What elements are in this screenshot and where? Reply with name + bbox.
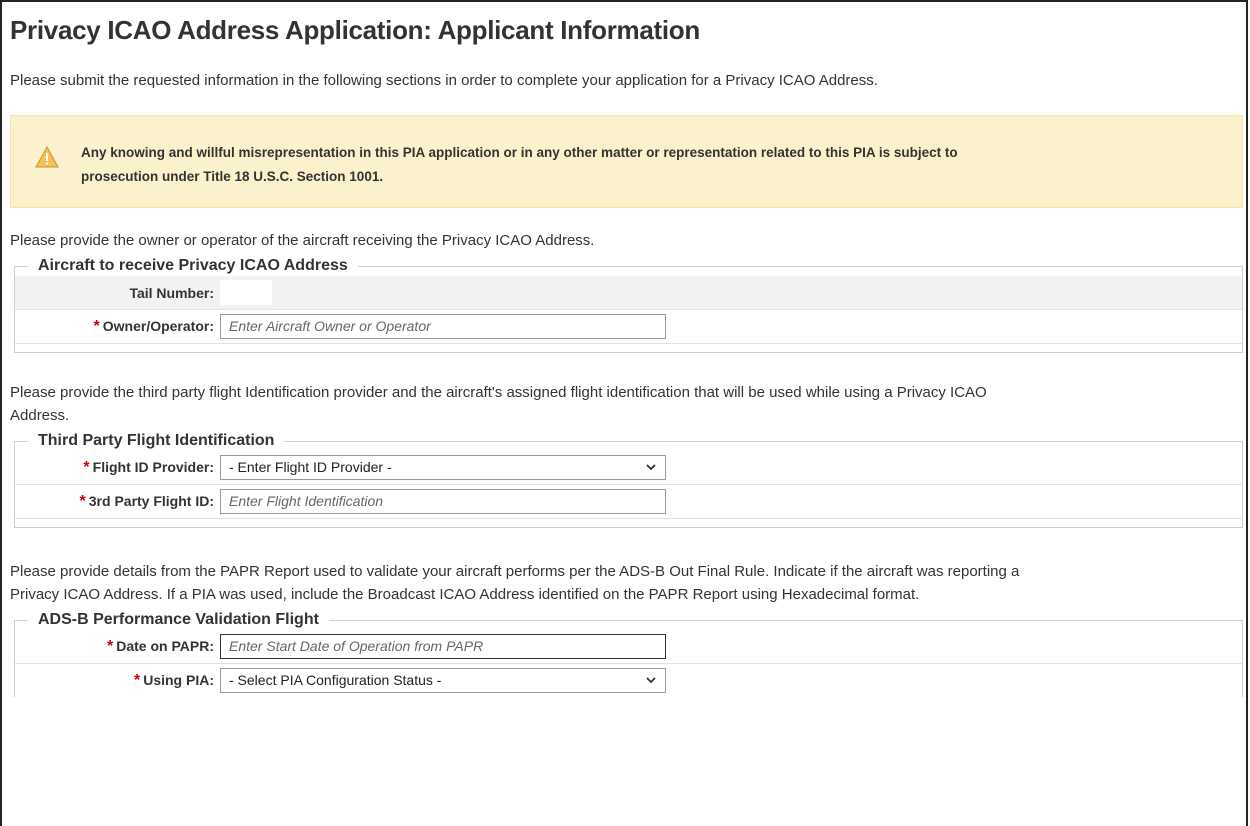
owner-operator-label: Owner/Operator: [102, 317, 214, 334]
third-party-legend: Third Party Flight Identification [38, 432, 275, 449]
third-party-description-2: Address. [10, 407, 70, 424]
owner-operator-row: * Owner/Operator: Enter Aircraft Owner or… [15, 310, 1242, 344]
third-party-flight-id-label: 3rd Party Flight ID: [88, 492, 214, 509]
third-party-fieldset: Third Party Flight Identification * Fligh… [14, 431, 1243, 528]
using-pia-label: Using PIA: [143, 671, 214, 688]
third-party-flight-id-label-wrap: * 3rd Party Flight ID: [15, 493, 220, 511]
adsb-description-2: Privacy ICAO Address. If a PIA was used,… [10, 586, 920, 603]
fieldset-bottom-gap [15, 519, 1242, 527]
adsb-legend: ADS-B Performance Validation Flight [38, 611, 319, 628]
date-on-papr-label: Date on PAPR: [116, 637, 214, 654]
third-party-section: Please provide the third party flight Id… [10, 381, 1246, 528]
warning-banner: Any knowing and willful misrepresentatio… [10, 115, 1243, 208]
chevron-down-icon [645, 460, 657, 476]
using-pia-row: * Using PIA: - Select PIA Configuration S… [15, 664, 1242, 697]
using-pia-select[interactable]: - Select PIA Configuration Status - [220, 668, 666, 693]
required-marker: * [107, 637, 114, 655]
chevron-down-icon [645, 673, 657, 689]
intro-text: Please submit the requested information … [10, 72, 878, 89]
third-party-flight-id-input[interactable]: Enter Flight Identification [220, 489, 666, 514]
adsb-description-1: Please provide details from the PAPR Rep… [10, 563, 1020, 580]
adsb-section: Please provide details from the PAPR Rep… [10, 560, 1246, 697]
date-on-papr-row: * Date on PAPR: Enter Start Date of Opera… [15, 630, 1242, 664]
third-party-flight-id-row: * 3rd Party Flight ID: Enter Flight Ident… [15, 485, 1242, 519]
page-title: Privacy ICAO Address Application: Applic… [10, 15, 700, 45]
using-pia-label-wrap: * Using PIA: [15, 672, 220, 690]
owner-operator-input[interactable]: Enter Aircraft Owner or Operator [220, 314, 666, 339]
required-marker: * [93, 317, 100, 335]
using-pia-selected: - Select PIA Configuration Status - [229, 672, 442, 688]
flight-id-provider-row: * Flight ID Provider: - Enter Flight ID P… [15, 451, 1242, 485]
fieldset-bottom-gap [15, 344, 1242, 352]
required-marker: * [79, 492, 86, 510]
owner-operator-label-wrap: * Owner/Operator: [15, 318, 220, 336]
warning-line-1: Any knowing and willful misrepresentatio… [81, 145, 958, 160]
flight-id-provider-selected: - Enter Flight ID Provider - [229, 459, 392, 475]
page-frame: Privacy ICAO Address Application: Applic… [0, 0, 1248, 826]
adsb-fieldset: ADS-B Performance Validation Flight * Dat… [14, 610, 1243, 697]
required-marker: * [83, 458, 90, 476]
warning-triangle-icon [35, 145, 59, 176]
aircraft-section: Please provide the owner or operator of … [10, 229, 1246, 353]
date-on-papr-label-wrap: * Date on PAPR: [15, 638, 220, 656]
flight-id-provider-label: Flight ID Provider: [92, 458, 214, 475]
flight-id-provider-select[interactable]: - Enter Flight ID Provider - [220, 455, 666, 480]
tail-number-label: Tail Number: [129, 284, 214, 301]
date-on-papr-input[interactable]: Enter Start Date of Operation from PAPR [220, 634, 666, 659]
aircraft-description: Please provide the owner or operator of … [10, 232, 595, 249]
tail-number-row: Tail Number: [15, 276, 1242, 310]
third-party-description-1: Please provide the third party flight Id… [10, 384, 987, 401]
flight-id-provider-label-wrap: * Flight ID Provider: [15, 459, 220, 477]
required-marker: * [133, 671, 141, 689]
aircraft-legend: Aircraft to receive Privacy ICAO Address [38, 257, 348, 274]
aircraft-fieldset: Aircraft to receive Privacy ICAO Address… [14, 256, 1243, 353]
tail-number-value [220, 280, 272, 305]
warning-line-2: prosecution under Title 18 U.S.C. Sectio… [81, 169, 384, 184]
